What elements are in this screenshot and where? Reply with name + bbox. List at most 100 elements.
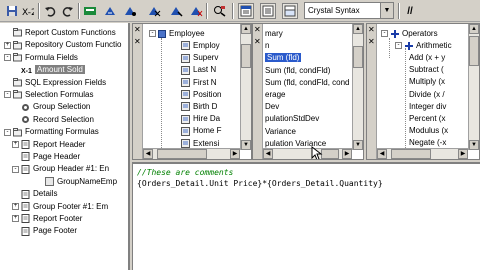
scroll-right-icon[interactable]: ▶ (342, 149, 352, 159)
field-item[interactable]: Employ (181, 40, 220, 51)
scroll-left-icon[interactable]: ◀ (143, 149, 153, 159)
collapse-icon[interactable]: - (381, 30, 388, 38)
operator-item[interactable]: Add (x + y (409, 52, 445, 63)
comment-toggle-button[interactable]: // (402, 3, 418, 19)
field-item[interactable]: Hire Da (181, 113, 220, 124)
find-icon[interactable] (168, 3, 184, 19)
function-item[interactable]: pulationStdDev (265, 113, 319, 124)
tree-item[interactable]: + Report Footer (12, 213, 82, 224)
sort-icon[interactable] (188, 3, 204, 19)
close-icon[interactable]: ✕ (368, 26, 375, 34)
tree-item[interactable]: Page Header (12, 151, 80, 162)
operator-item[interactable]: Integer div (409, 101, 446, 112)
tree-item[interactable]: - Formatting Formulas (4, 126, 99, 137)
scroll-thumb[interactable] (157, 149, 207, 159)
close-icon[interactable]: ✕ (254, 38, 261, 46)
save-icon[interactable] (4, 3, 20, 19)
tree-item[interactable]: - Formula Fields (4, 52, 78, 63)
operators-vscroll[interactable]: ▲ ▼ (468, 24, 479, 150)
function-item[interactable]: mary (265, 28, 283, 39)
operator-item[interactable]: Percent (x (409, 113, 445, 124)
clear-bookmarks-icon[interactable] (146, 3, 162, 19)
function-item[interactable]: Dev (265, 101, 279, 112)
expand-icon[interactable]: + (12, 140, 19, 148)
tree-item[interactable]: + Group Footer #1: Em (12, 201, 108, 212)
scroll-left-icon[interactable]: ◀ (377, 149, 387, 159)
collapse-icon[interactable]: - (4, 54, 11, 62)
fields-vscroll[interactable]: ▲ ▼ (240, 24, 251, 150)
field-item[interactable]: Extensi (181, 138, 219, 149)
operators-root[interactable]: - Operators (381, 28, 438, 39)
syntax-select[interactable]: Crystal Syntax ▼ (304, 2, 394, 19)
expand-icon[interactable]: + (4, 41, 11, 49)
toggle-fields-icon[interactable] (260, 3, 276, 19)
tree-item[interactable]: - Group Header #1: En (12, 163, 109, 174)
undo-icon[interactable] (42, 3, 58, 19)
functions-vscroll[interactable]: ▲ ▼ (352, 24, 363, 150)
expand-icon[interactable]: + (12, 202, 19, 210)
fields-root[interactable]: - Employee (149, 28, 205, 39)
tree-item[interactable]: - Selection Formulas (4, 89, 93, 100)
check-icon[interactable]: X-2 (20, 3, 36, 19)
tree-item[interactable]: SQL Expression Fields (4, 77, 106, 88)
field-item[interactable]: Position (181, 89, 221, 100)
close-icon[interactable]: ✕ (368, 38, 375, 46)
tree-item[interactable]: + Repository Custom Functio (4, 39, 121, 50)
close-icon[interactable]: ✕ (134, 38, 141, 46)
scroll-right-icon[interactable]: ▶ (458, 149, 468, 159)
scroll-right-icon[interactable]: ▶ (230, 149, 240, 159)
expand-icon[interactable]: + (12, 215, 19, 223)
toggle-editor-icon[interactable] (282, 3, 298, 19)
scroll-up-icon[interactable]: ▲ (353, 24, 363, 34)
bookmark-icon[interactable] (82, 3, 98, 19)
function-item[interactable]: Variance (265, 126, 296, 137)
tree-item[interactable]: GroupNameEmp (36, 176, 117, 187)
field-item[interactable]: First N (181, 77, 217, 88)
field-item[interactable]: Home F (181, 125, 221, 136)
scroll-thumb[interactable] (321, 149, 339, 159)
fields-hscroll[interactable]: ◀ ▶ (143, 148, 240, 159)
field-item[interactable]: Last N (181, 64, 216, 75)
function-item[interactable]: Sum (fld, condFld, cond (265, 77, 349, 88)
operator-item[interactable]: Modulus (x (409, 125, 448, 136)
collapse-icon[interactable]: - (12, 165, 19, 173)
tree-item[interactable]: Record Selection (12, 114, 94, 125)
toggle-tree-icon[interactable] (238, 3, 254, 19)
chevron-down-icon[interactable]: ▼ (380, 3, 393, 18)
close-icon[interactable]: ✕ (134, 26, 141, 34)
function-item[interactable]: erage (265, 89, 285, 100)
bookmark-prev-icon[interactable] (122, 3, 138, 19)
collapse-icon[interactable]: - (4, 91, 11, 99)
tree-item[interactable]: Details (12, 188, 57, 199)
operators-group[interactable]: - Arithmetic (395, 40, 452, 51)
collapse-icon[interactable]: - (4, 128, 11, 136)
code-formula-line[interactable]: {Orders_Detail.Unit Price}*{Orders_Detai… (137, 179, 383, 188)
bookmark-next-icon[interactable] (102, 3, 118, 19)
tree-item[interactable]: X-1 Amount Sold (12, 64, 85, 75)
tree-item[interactable]: Page Footer (12, 225, 77, 236)
operators-hscroll[interactable]: ◀ ▶ (377, 148, 468, 159)
tree-item[interactable]: Report Custom Functions (4, 27, 116, 38)
scroll-thumb[interactable] (353, 46, 363, 68)
scroll-left-icon[interactable]: ◀ (263, 149, 273, 159)
collapse-icon[interactable]: - (395, 42, 402, 50)
operator-item[interactable]: Divide (x / (409, 89, 445, 100)
scroll-thumb[interactable] (469, 36, 479, 66)
function-item[interactable]: Sum (fld, condFld) (265, 65, 330, 76)
scroll-up-icon[interactable]: ▲ (241, 24, 251, 34)
function-item[interactable]: Sum (fld) (265, 52, 302, 63)
operator-item[interactable]: Subtract ( (409, 64, 444, 75)
scroll-up-icon[interactable]: ▲ (469, 24, 479, 34)
scroll-thumb[interactable] (391, 149, 431, 159)
operator-item[interactable]: Negate (-x (409, 137, 446, 148)
collapse-icon[interactable]: - (149, 30, 156, 38)
operator-item[interactable]: Multiply (x (409, 76, 445, 87)
formula-editor[interactable]: //These are comments {Orders_Detail.Unit… (132, 162, 480, 270)
field-item[interactable]: Superv (181, 52, 218, 63)
redo-icon[interactable] (60, 3, 76, 19)
field-item[interactable]: Birth D (181, 101, 217, 112)
scroll-down-icon[interactable]: ▼ (241, 140, 251, 150)
tree-item[interactable]: Group Selection (12, 101, 90, 112)
find-replace-icon[interactable] (212, 3, 228, 19)
scroll-down-icon[interactable]: ▼ (353, 140, 363, 150)
